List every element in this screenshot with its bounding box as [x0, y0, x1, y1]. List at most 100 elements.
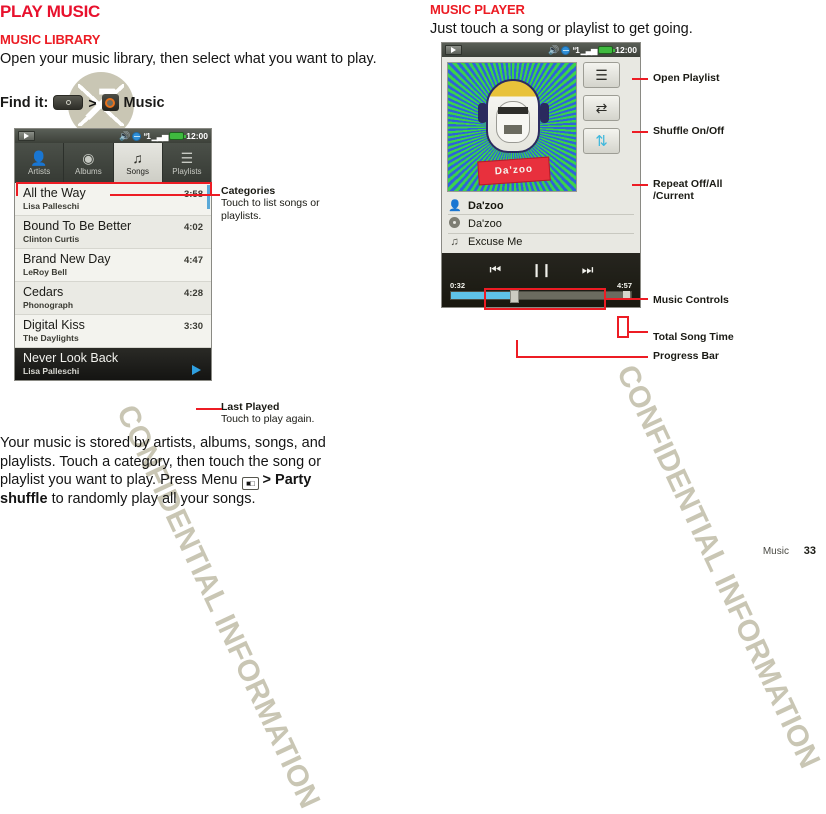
open-playlist-button[interactable]: ☰ [583, 62, 620, 88]
last-played-row[interactable]: Never Look Back Lisa Palleschi [15, 348, 211, 380]
tab-artists-label: Artists [28, 166, 51, 176]
metadata-album-row[interactable]: Da'zoo [448, 215, 634, 234]
player-main-area: Da'zoo ☰ ⇄ ⇅ [442, 57, 640, 197]
categories-leader-line [110, 194, 220, 196]
last-played-leader-line [196, 408, 222, 410]
callout-last-played: Last Played Touch to play again. [221, 401, 351, 426]
repeat-button[interactable]: ⇅ [583, 128, 620, 154]
album-disc-icon [449, 217, 460, 228]
album-art: Da'zoo [447, 62, 577, 192]
music-library-intro: Open your music library, then select wha… [0, 51, 377, 67]
home-key-icon [53, 95, 84, 110]
callout-progress-bar: Progress Bar [653, 350, 719, 362]
song-list: All the Way 3:58 Lisa Palleschi Bound To… [15, 183, 211, 380]
album-art-mouth [504, 125, 522, 134]
bluetooth-icon: “1 [572, 45, 580, 55]
watermark-right: CONFIDENTIAL INFORMATION [610, 360, 826, 774]
playlist-icon: ☰ [180, 149, 194, 166]
player-clock: 12:00 [615, 45, 637, 55]
metadata-track-row[interactable]: ♫ Excuse Me [448, 234, 634, 250]
table-row[interactable]: Cedars 4:28 Phonograph [15, 282, 211, 315]
song-title: Bound To Be Better [23, 219, 132, 233]
album-art-ear-right [540, 103, 549, 123]
callout-shuffle-title: Shuffle On/Off [653, 125, 725, 137]
notification-icon [18, 131, 35, 141]
battery-icon [598, 46, 616, 54]
music-controls-highlight-box [484, 288, 606, 310]
album-art-banner: Da'zoo [477, 156, 551, 186]
total-song-time-leader-line [629, 331, 648, 333]
music-player-intro: Just touch a song or playlist to get goi… [430, 21, 693, 37]
metadata-artist-row[interactable]: 👤 Da'zoo [448, 197, 634, 215]
callout-categories: Categories Touch to list songs or playli… [221, 185, 341, 222]
shuffle-icon: ⇄ [595, 99, 608, 116]
next-track-button[interactable]: ⏭ [582, 262, 594, 278]
shuffle-button[interactable]: ⇄ [583, 95, 620, 121]
album-art-banner-text: Da'zoo [494, 163, 534, 178]
callout-last-played-title: Last Played [221, 401, 280, 413]
page-footer: Music 33 [763, 545, 816, 557]
globe-icon [132, 131, 142, 141]
song-duration: 4:28 [183, 288, 203, 299]
music-library-screenshot: 🔊 “1 ▁▃▅ 12:00 👤 Artists ◉ Albums ♫ Song… [14, 128, 212, 381]
speaker-icon: 🔊 [119, 130, 131, 141]
tab-artists[interactable]: 👤 Artists [15, 143, 65, 183]
callout-last-played-desc: Touch to play again. [221, 413, 315, 425]
music-note-icon: ♫ [450, 236, 459, 248]
music-controls: ⏮ ❙❙ ⏭ [448, 259, 634, 280]
signal-bars-icon: ▁▃▅ [580, 45, 598, 55]
song-artist: Lisa Palleschi [23, 201, 80, 211]
progress-bar-leader-horizontal [516, 356, 648, 358]
library-body-text-2: to randomly play all your songs. [51, 491, 256, 507]
footer-section: Music [762, 546, 789, 557]
callout-progress-bar-title: Progress Bar [653, 350, 719, 362]
library-status-bar: 🔊 “1 ▁▃▅ 12:00 [15, 129, 211, 143]
battery-icon [169, 132, 187, 140]
tab-songs-label: Songs [126, 166, 149, 176]
menu-key-icon: ■□ [241, 477, 259, 490]
repeat-icon: ⇅ [595, 133, 608, 150]
song-artist: LeRoy Bell [23, 267, 67, 277]
album-disc-icon: ◉ [82, 149, 95, 166]
callout-repeat: Repeat Off/All /Current [653, 178, 722, 202]
player-status-bar: 🔊 “1 ▁▃▅ 12:00 [442, 43, 640, 57]
music-note-icon: ♫ [132, 149, 143, 166]
callout-repeat-title2: /Current [653, 190, 694, 202]
callout-shuffle: Shuffle On/Off [653, 125, 724, 137]
callout-repeat-title: Repeat Off/All [653, 178, 723, 190]
song-duration: 4:02 [183, 222, 203, 233]
notification-icon [445, 45, 462, 55]
player-side-buttons: ☰ ⇄ ⇅ [583, 62, 620, 192]
section-title-music-player: MUSIC PLAYER [430, 2, 525, 17]
table-row[interactable]: Bound To Be Better 4:02 Clinton Curtis [15, 216, 211, 249]
total-song-time-highlight-box [617, 316, 629, 338]
open-playlist-leader-line [632, 78, 648, 80]
pause-button[interactable]: ❙❙ [531, 262, 552, 278]
find-it-target-label: Music [123, 94, 165, 111]
callout-music-controls: Music Controls [653, 294, 729, 306]
library-clock: 12:00 [186, 131, 208, 141]
find-it-label: Find it: [0, 94, 49, 111]
bluetooth-icon: “1 [143, 131, 151, 141]
track-metadata: 👤 Da'zoo Da'zoo ♫ Excuse Me [442, 197, 640, 253]
previous-track-button[interactable]: ⏮ [489, 262, 501, 278]
library-body-paragraph: Your music is stored by artists, albums,… [0, 434, 360, 509]
callout-categories-desc: Touch to list songs or playlists. [221, 197, 320, 222]
metadata-artist: Da'zoo [468, 199, 504, 212]
page-title: PLAY MUSIC [0, 2, 100, 21]
last-played-artist: Lisa Palleschi [23, 366, 80, 376]
callout-total-song-time-title: Total Song Time [653, 331, 734, 343]
song-artist: Clinton Curtis [23, 234, 80, 244]
play-icon[interactable] [192, 365, 201, 375]
find-it-row: Find it: > Music [0, 94, 165, 111]
page-number: 33 [803, 545, 816, 557]
repeat-leader-line [632, 184, 648, 186]
album-art-eyes [498, 107, 528, 114]
table-row[interactable]: Digital Kiss 3:30 The Daylights [15, 315, 211, 348]
tab-songs[interactable]: ♫ Songs [113, 143, 163, 183]
table-row[interactable]: Brand New Day 4:47 LeRoy Bell [15, 249, 211, 282]
metadata-track: Excuse Me [468, 236, 523, 248]
tab-albums[interactable]: ◉ Albums [64, 143, 114, 183]
library-tab-bar: 👤 Artists ◉ Albums ♫ Songs ☰ Playlists [15, 143, 211, 183]
tab-playlists[interactable]: ☰ Playlists [163, 143, 211, 183]
